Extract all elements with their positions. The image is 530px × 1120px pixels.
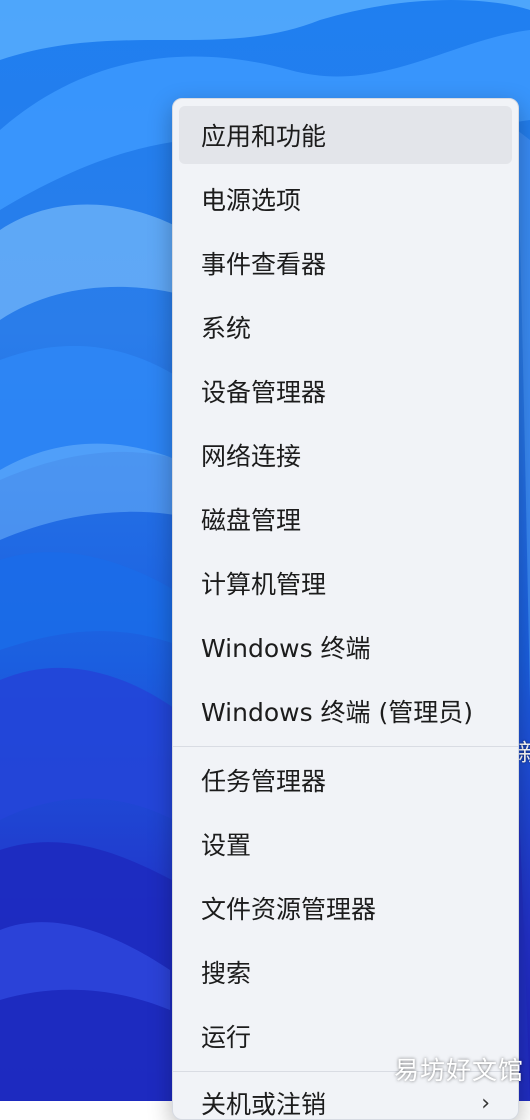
menu-item-label: 关机或注销 [201,1090,327,1119]
menu-item-device-manager[interactable]: 设备管理器 [179,362,512,420]
menu-item-disk-management[interactable]: 磁盘管理 [179,490,512,548]
desktop-icon-label-partial: 新 [518,738,530,768]
menu-item-network-connections[interactable]: 网络连接 [179,426,512,484]
menu-item-task-manager[interactable]: 任务管理器 [179,751,512,809]
menu-item-settings[interactable]: 设置 [179,815,512,873]
menu-item-file-explorer[interactable]: 文件资源管理器 [179,879,512,937]
quick-link-context-menu: 应用和功能 电源选项 事件查看器 系统 设备管理器 网络连接 磁盘管理 计算机管… [172,98,519,1120]
menu-separator [173,746,518,747]
menu-item-search[interactable]: 搜索 [179,943,512,1001]
menu-item-power-options[interactable]: 电源选项 [179,170,512,228]
menu-item-system[interactable]: 系统 [179,298,512,356]
menu-item-windows-terminal-admin[interactable]: Windows 终端 (管理员) [179,682,512,740]
chevron-right-icon: › [481,1090,490,1116]
menu-item-computer-management[interactable]: 计算机管理 [179,554,512,612]
watermark-text: 易坊好文馆 [393,1056,524,1085]
menu-item-windows-terminal[interactable]: Windows 终端 [179,618,512,676]
menu-item-apps-and-features[interactable]: 应用和功能 [179,106,512,164]
menu-item-event-viewer[interactable]: 事件查看器 [179,234,512,292]
